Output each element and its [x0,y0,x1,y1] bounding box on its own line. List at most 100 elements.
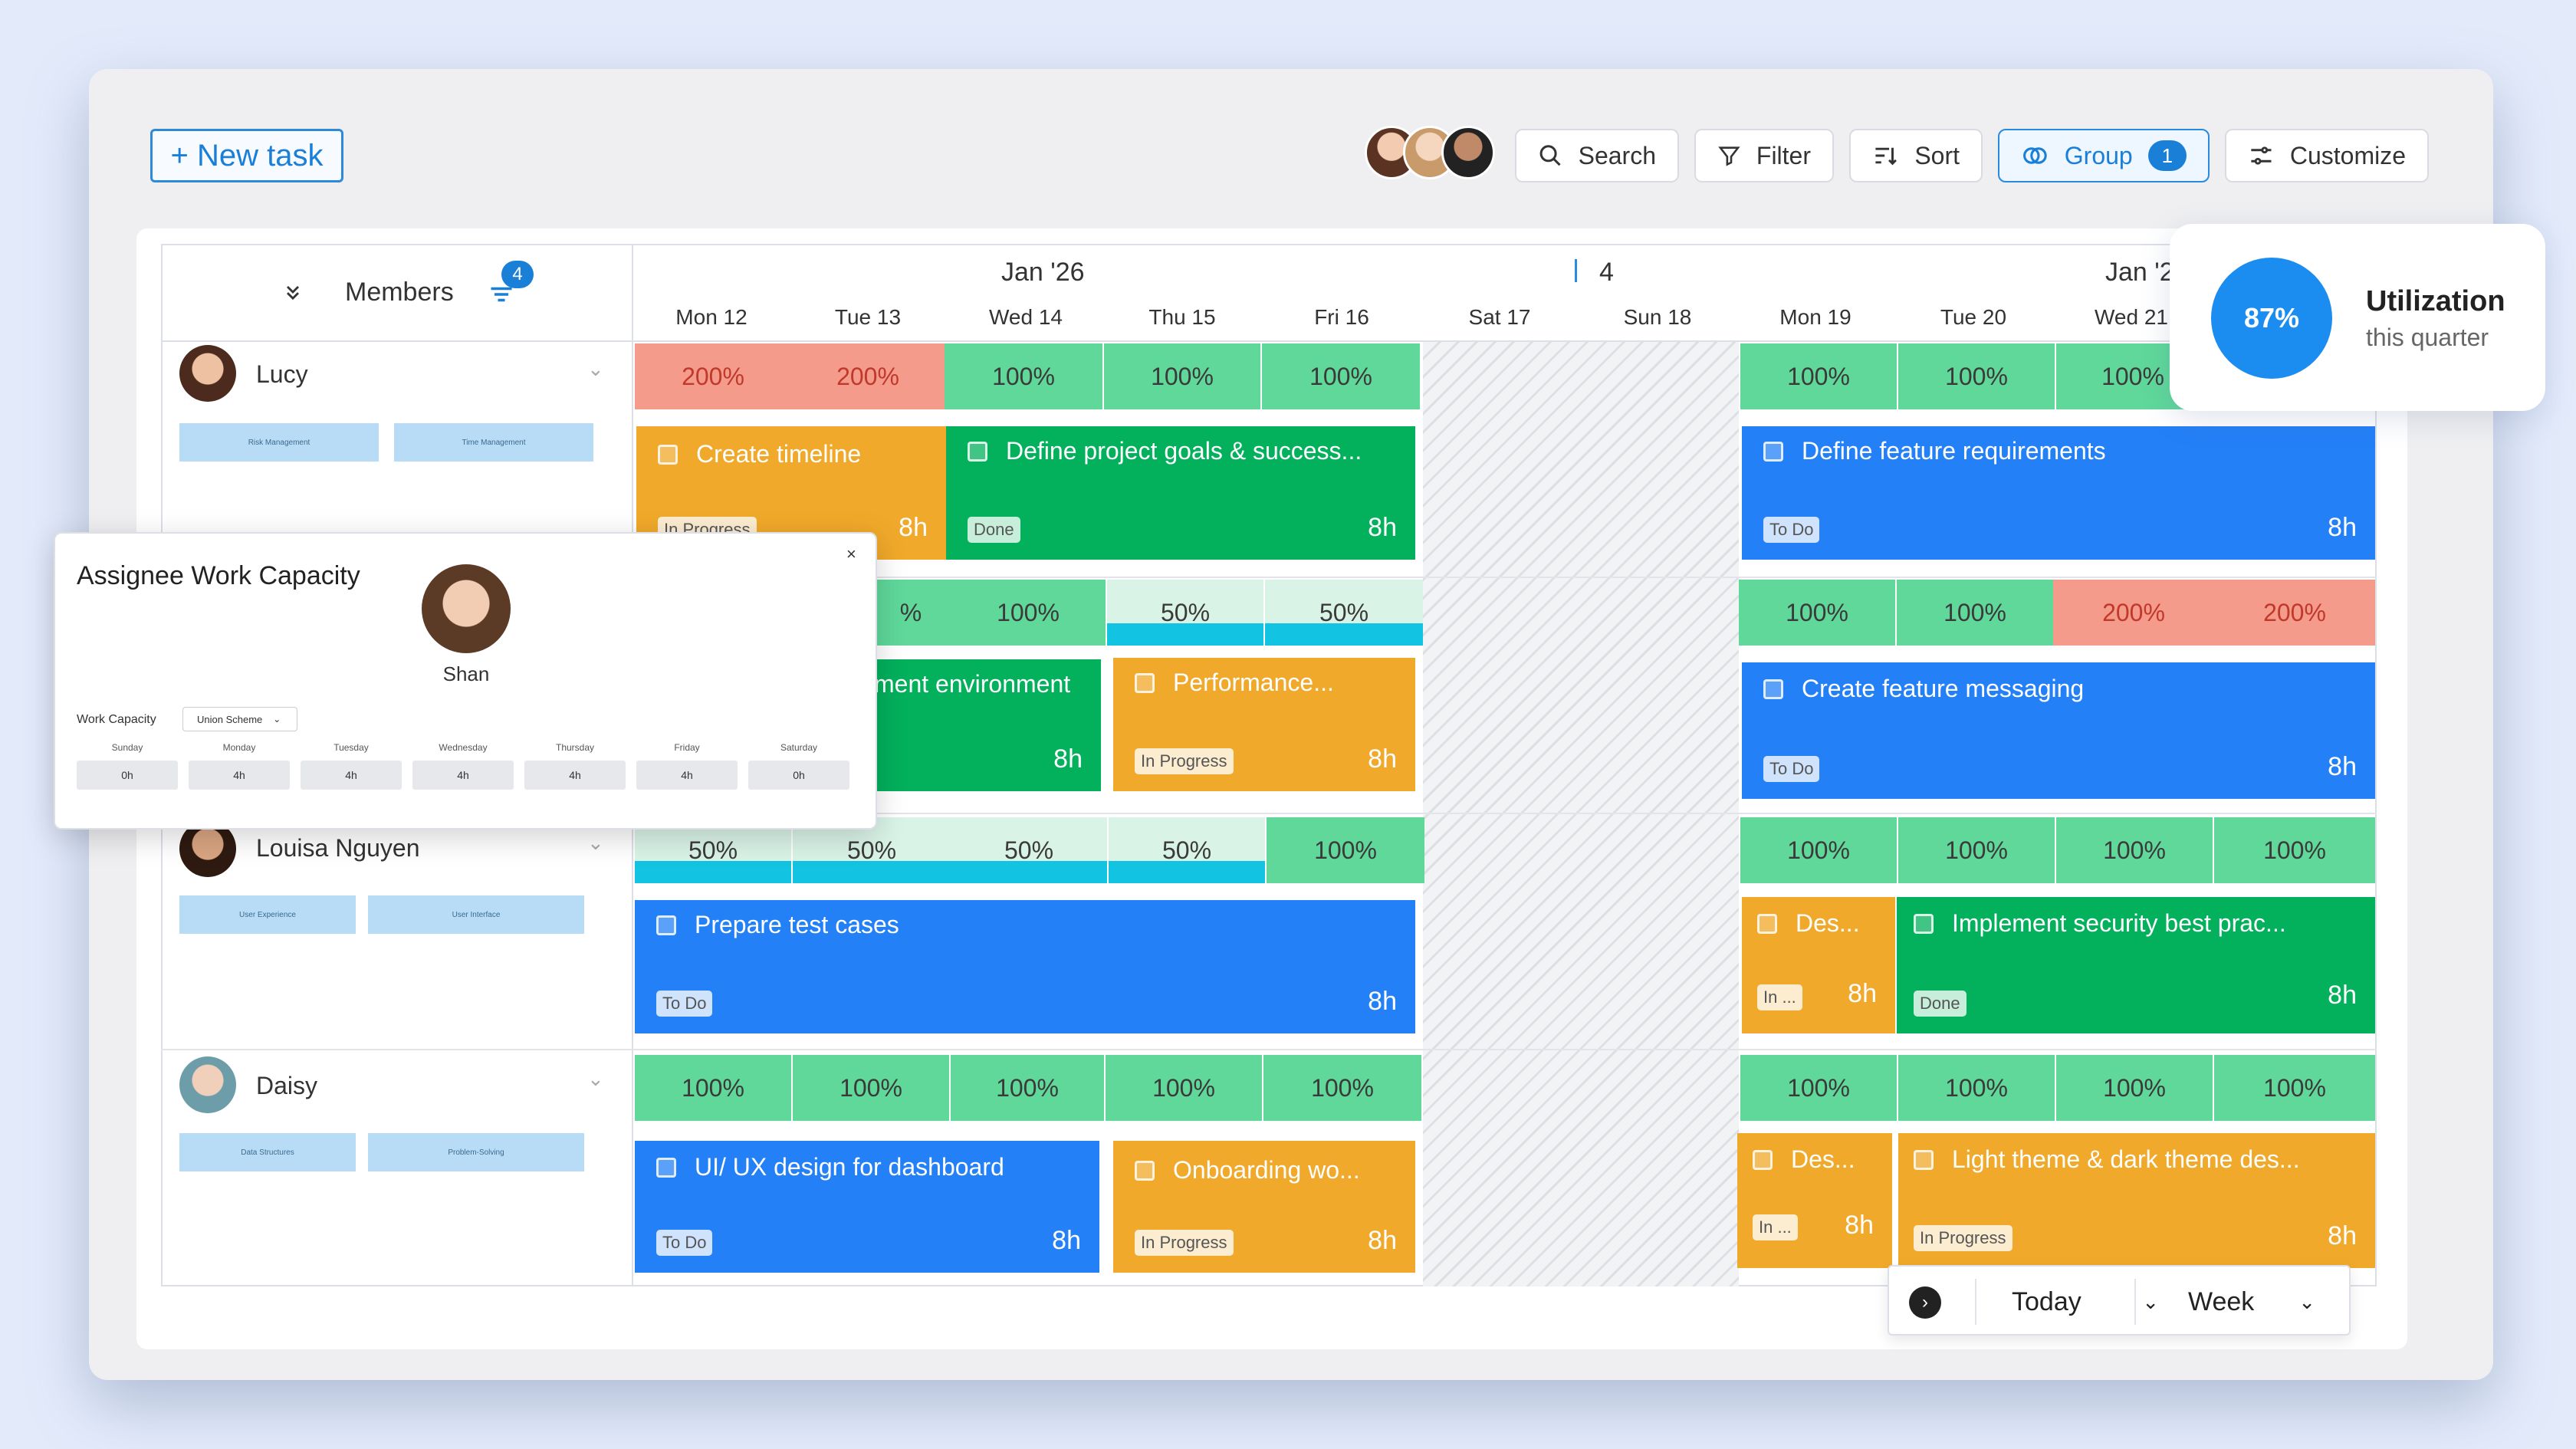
member-name: Louisa Nguyen [256,834,420,862]
scheme-select[interactable]: Union Scheme ⌄ [182,707,297,731]
status-badge: To Do [1763,517,1820,543]
task-card[interactable]: UI/ UX design for dashboard To Do 8h [635,1141,1099,1273]
capacity-cell: 200% [635,343,791,409]
view-dropdown[interactable]: Week ⌄ [2150,1277,2334,1326]
capacity-cell: 100% [793,1055,949,1121]
capacity-input[interactable]: 4h [189,761,290,790]
sort-button[interactable]: Sort [1849,129,1983,182]
task-hours: 8h [899,513,928,542]
capacity-cell: 100% [1898,817,2055,883]
weekday-label: Monday [222,742,256,753]
task-icon [1763,441,1783,462]
capacity-cell: 100% [951,580,1106,646]
members-filter[interactable]: 4 [486,261,534,312]
task-title: Light theme & dark theme des... [1952,1145,2300,1173]
task-hours: 8h [1368,744,1397,774]
month-label: Jan '26 [1001,258,1085,287]
capacity-cell: 100% [2214,1055,2375,1121]
task-title: UI/ UX design for dashboard [695,1153,1004,1181]
weekday-capacity-inputs: 0h 4h 4h 4h 4h 4h 0h [77,761,859,790]
capacity-cell: 100% [1898,343,2055,409]
capacity-input[interactable]: 0h [77,761,178,790]
task-title: Performance... [1173,669,1334,696]
month-label-next: Jan '2 [2105,258,2174,287]
weekday-labels: Sunday Monday Tuesday Wednesday Thursday… [77,742,859,753]
weekday-label: Friday [674,742,700,753]
popup-title: Assignee Work Capacity [77,561,360,590]
task-card[interactable]: Define project goals & success... Done 8… [946,426,1415,560]
chevron-down-icon[interactable]: ⌄ [587,1067,604,1091]
avatar [422,564,511,653]
sort-icon [1875,147,1897,166]
status-badge: In Progress [1135,748,1234,774]
task-hours: 8h [1845,1211,1874,1240]
status-badge: Done [968,517,1020,543]
task-title: Define project goals & success... [1006,437,1362,465]
weekday-label: Wednesday [439,742,488,753]
capacity-cell: 100% [635,1055,791,1121]
filter-icon [1718,146,1740,166]
capacity-cell: 100% [1898,1055,2055,1121]
skill-tag: Problem-Solving [368,1133,584,1171]
task-card[interactable]: Create feature messaging To Do 8h [1742,662,2375,799]
day-header: Sat 17 [1468,305,1531,329]
status-badge: In ... [1757,984,1802,1010]
capacity-cell: 50% [1107,580,1263,646]
utilization-title: Utilization [2366,285,2505,317]
task-card[interactable]: Prepare test cases To Do 8h [635,900,1415,1033]
task-card[interactable]: Onboarding wo... In Progress 8h [1113,1141,1415,1273]
avatar[interactable] [1441,126,1495,179]
task-icon [1753,1149,1773,1170]
task-hours: 8h [2328,1221,2357,1250]
capacity-cell: 100% [2056,817,2213,883]
weekday-label: Tuesday [334,742,369,753]
skill-tag: Data Structures [179,1133,356,1171]
task-card[interactable]: ment environment 8h [871,659,1101,791]
task-hours: 8h [1053,744,1083,774]
task-card[interactable]: Implement security best prac... Done 8h [1897,897,2375,1033]
status-badge: In Progress [1914,1225,2013,1251]
task-hours: 8h [2328,752,2357,781]
assignee-name: Shan [442,662,490,685]
filter-button[interactable]: Filter [1694,129,1834,182]
members-header: Members [345,278,454,307]
capacity-input[interactable]: 4h [412,761,514,790]
task-hours: 8h [1848,979,1877,1008]
group-button[interactable]: Group 1 [1998,129,2210,182]
capacity-cell: 100% [1263,1055,1421,1121]
chevron-down-icon[interactable]: ⌄ [587,357,604,381]
task-title: Define feature requirements [1802,437,2106,465]
task-card[interactable]: Define feature requirements To Do 8h [1742,426,2375,560]
capacity-input[interactable]: 4h [636,761,738,790]
task-card[interactable]: Des... In ... 8h [1742,897,1895,1033]
capacity-cell: 50% [1265,580,1423,646]
search-button[interactable]: Search [1515,129,1679,182]
day-header: Mon 19 [1779,305,1852,329]
task-card[interactable]: Light theme & dark theme des... In Progr… [1898,1133,2375,1268]
new-task-button[interactable]: + New task [150,129,343,182]
day-header: Thu 15 [1148,305,1216,329]
task-title: Create feature messaging [1802,675,2085,702]
utilization-subtitle: this quarter [2366,324,2489,351]
status-badge: Done [1914,991,1967,1017]
capacity-cell: 200% [2214,580,2375,646]
task-hours: 8h [1368,1226,1397,1255]
task-title: Des... [1796,909,1860,937]
day-header: Fri 16 [1314,305,1369,329]
customize-button[interactable]: Customize [2225,129,2429,182]
capacity-cell: 100% [1267,817,1424,883]
capacity-input[interactable]: 4h [524,761,626,790]
task-card[interactable]: Performance... In Progress 8h [1113,658,1415,791]
chevron-right-icon[interactable]: › [1909,1286,1941,1319]
weekday-label: Thursday [555,742,595,753]
skill-tag: User Interface [368,895,584,934]
capacity-input[interactable]: 0h [748,761,849,790]
search-label: Search [1578,141,1656,169]
close-icon[interactable]: × [846,544,856,564]
task-title: Create timeline [696,440,862,468]
task-hours: 8h [1368,513,1397,542]
chevron-down-icon[interactable]: ⌄ [587,831,604,855]
task-card[interactable]: Des... In ... 8h [1737,1133,1892,1268]
collapse-all-icon[interactable] [282,281,304,304]
capacity-input[interactable]: 4h [301,761,402,790]
